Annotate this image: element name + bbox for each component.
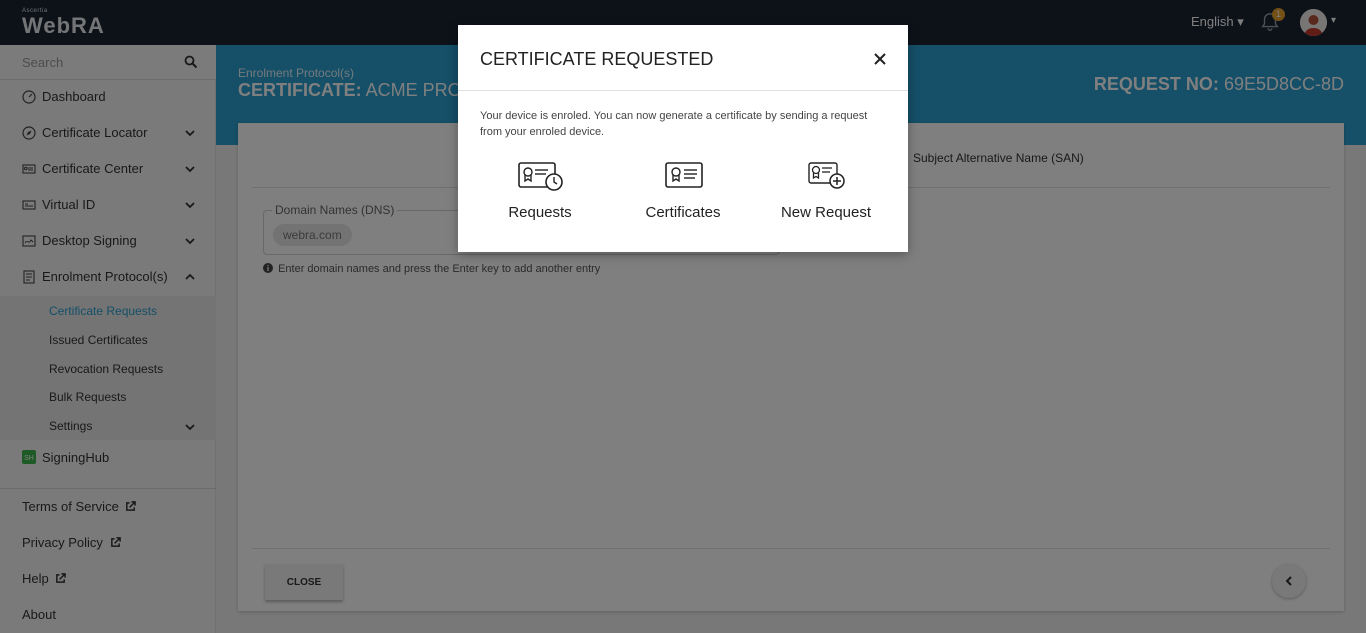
new-request-option[interactable]: New Request — [766, 162, 886, 226]
option-label: New Request — [780, 204, 872, 221]
certificate-add-icon — [808, 162, 845, 189]
option-label: Requests — [508, 204, 572, 221]
certificates-option[interactable]: Certificates — [623, 162, 743, 226]
certificate-requested-dialog: CERTIFICATE REQUESTED Your device is enr… — [458, 25, 908, 252]
requests-option[interactable]: Requests — [480, 162, 600, 226]
divider — [458, 90, 908, 91]
dialog-title: CERTIFICATE REQUESTED — [480, 49, 714, 69]
close-icon[interactable] — [871, 50, 889, 68]
dialog-message: Your device is enroled. You can now gene… — [480, 110, 868, 138]
certificate-icon — [665, 162, 703, 188]
certificate-clock-icon — [518, 162, 563, 191]
option-label: Certificates — [645, 204, 721, 221]
